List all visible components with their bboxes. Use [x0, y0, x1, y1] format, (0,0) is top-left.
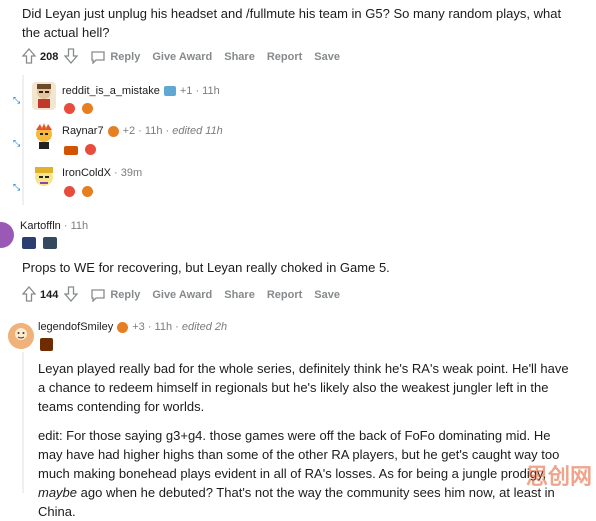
timestamp[interactable]: 39m	[121, 167, 142, 179]
separator: ·	[162, 125, 173, 137]
timestamp[interactable]: 11h	[155, 321, 173, 333]
avatar[interactable]	[32, 164, 56, 192]
avatar[interactable]	[0, 222, 14, 248]
reply-button[interactable]: Reply	[90, 288, 140, 302]
reply-icon	[91, 289, 106, 302]
reply-header: IronColdX · 39m	[62, 167, 142, 179]
reply-header: Raynar7 +2 · 11h · edited 11h	[62, 125, 223, 137]
save-button[interactable]: Save	[314, 289, 340, 301]
vote-count: 208	[40, 51, 59, 63]
comment-edit-text: edit: For those saying g3+g4. those game…	[38, 428, 560, 519]
watermark: 思创网	[525, 465, 592, 490]
avatar[interactable]	[32, 82, 56, 110]
top-comment-actions: 208 Reply Give Award Share Report Save	[21, 47, 352, 67]
save-button[interactable]: Save	[314, 51, 340, 63]
separator: ·	[110, 167, 121, 179]
reply-icon	[91, 51, 106, 64]
flair-row	[64, 101, 96, 119]
flair-icon	[82, 103, 94, 114]
flair-icon	[64, 146, 78, 155]
flair-icon	[117, 321, 129, 333]
flair-icon	[64, 103, 75, 114]
edited-label: edited 2h	[181, 321, 228, 333]
flair-icon	[163, 86, 176, 96]
give-award-button[interactable]: Give Award	[152, 51, 212, 63]
separator: ·	[192, 85, 203, 97]
comment-text: Props to WE for recovering, but Leyan re…	[22, 260, 390, 275]
flair-icon	[40, 338, 53, 351]
timestamp[interactable]: 11h	[145, 125, 163, 137]
username[interactable]: Kartoffln	[20, 220, 61, 232]
comment-header: legendofSmiley +3 · 11h · edited 2h	[38, 321, 227, 333]
separator: ·	[60, 220, 71, 232]
flair-icon	[64, 186, 75, 197]
share-button[interactable]: Share	[224, 51, 255, 63]
timestamp[interactable]: 11h	[71, 220, 89, 232]
edited-label: edited 11h	[172, 125, 223, 137]
flair-row	[40, 338, 56, 356]
downvote-icon[interactable]	[63, 47, 79, 67]
flair-icon	[85, 144, 97, 155]
username[interactable]: IronColdX	[62, 167, 111, 179]
comment-header: Kartoffln · 11h	[20, 220, 88, 232]
comment-text: Leyan played really bad for the whole se…	[38, 361, 569, 414]
top-comment-text: Did Leyan just unplug his headset and /f…	[22, 6, 562, 40]
avatar[interactable]	[8, 323, 34, 349]
downvote-icon[interactable]	[63, 285, 79, 305]
expand-icon[interactable]: ⤡	[13, 182, 20, 193]
expand-icon[interactable]: ⤡	[13, 138, 20, 149]
expand-icon[interactable]: ⤡	[13, 95, 20, 106]
vote-count: 144	[40, 289, 59, 301]
reply-button[interactable]: Reply	[90, 50, 140, 64]
separator: ·	[172, 321, 182, 333]
points: +3	[132, 321, 145, 333]
reply-header: reddit_is_a_mistake +1 · 11h	[62, 85, 220, 97]
share-button[interactable]: Share	[224, 289, 255, 301]
report-button[interactable]: Report	[267, 289, 302, 301]
flair-row	[64, 184, 96, 202]
username[interactable]: reddit_is_a_mistake	[62, 85, 160, 97]
points: +2	[122, 125, 136, 137]
upvote-icon[interactable]	[21, 47, 37, 67]
separator: ·	[144, 321, 155, 333]
flair-row	[64, 142, 99, 160]
comment-actions: 144 Reply Give Award Share Report Save	[21, 285, 352, 305]
flair-icon	[43, 237, 58, 249]
avatar[interactable]	[32, 122, 56, 150]
thread-line[interactable]	[22, 352, 24, 493]
flair-icon	[82, 186, 94, 197]
flair-icon	[107, 125, 119, 137]
report-button[interactable]: Report	[267, 51, 302, 63]
upvote-icon[interactable]	[21, 285, 37, 305]
thread-line[interactable]	[22, 75, 24, 205]
username[interactable]: legendofSmiley	[38, 321, 113, 333]
username[interactable]: Raynar7	[62, 125, 104, 137]
timestamp[interactable]: 11h	[202, 85, 220, 97]
flair-row	[22, 236, 60, 254]
points: +1	[179, 85, 193, 97]
give-award-button[interactable]: Give Award	[152, 289, 212, 301]
flair-icon	[22, 237, 36, 249]
separator: ·	[135, 125, 145, 137]
